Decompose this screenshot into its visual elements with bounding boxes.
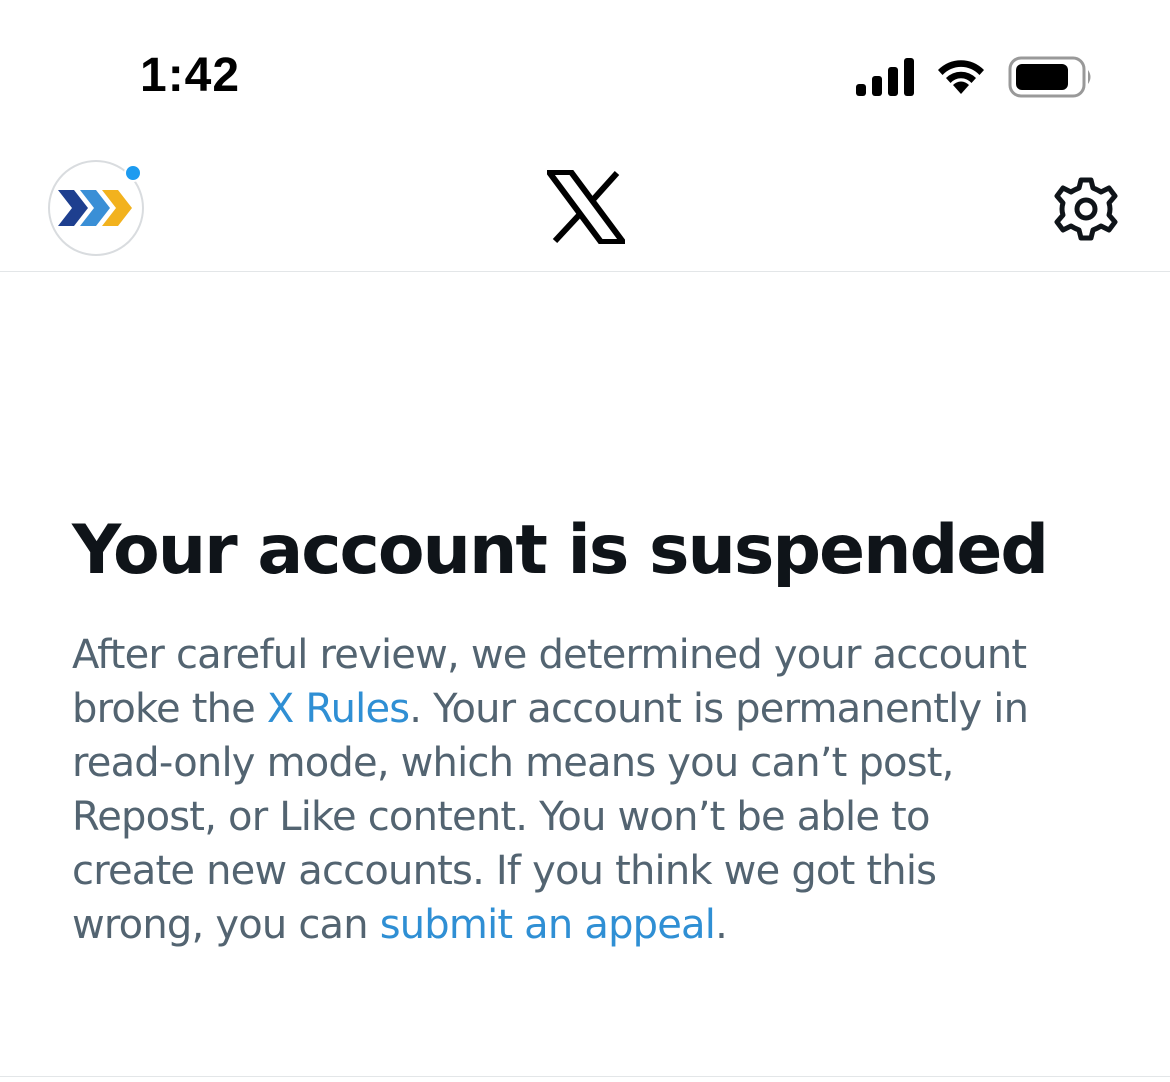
wifi-icon: [938, 60, 984, 94]
message-text: . Your account is permanently in: [409, 686, 1029, 732]
battery-icon: [1008, 56, 1091, 98]
suspension-notice: Your account is suspended After careful …: [72, 508, 1092, 952]
message-line: After careful review, we determined your…: [72, 632, 1027, 678]
message-line: Repost, or Like content. You won’t be ab…: [72, 794, 930, 840]
message-line: wrong, you can submit an appeal.: [72, 898, 1092, 952]
status-time: 1:42: [140, 49, 241, 102]
notification-dot: [124, 164, 142, 182]
x-logo-icon[interactable]: [547, 170, 625, 244]
cellular-signal-icon: [856, 58, 914, 96]
message-text: wrong, you can: [72, 902, 380, 948]
submit-appeal-link[interactable]: submit an appeal: [380, 902, 716, 948]
profile-avatar[interactable]: [48, 160, 144, 256]
message-text: .: [715, 902, 728, 948]
status-bar: 1:42: [0, 0, 1170, 130]
app-header: [0, 140, 1170, 272]
page-title: Your account is suspended: [72, 511, 1049, 590]
gear-icon[interactable]: [1053, 176, 1119, 242]
message-line: create new accounts. If you think we got…: [72, 848, 937, 894]
message-text: broke the: [72, 686, 267, 732]
message-line: broke the X Rules. Your account is perma…: [72, 682, 1092, 736]
divider: [0, 1076, 1170, 1077]
message-line: read-only mode, which means you can’t po…: [72, 740, 954, 786]
x-rules-link[interactable]: X Rules: [267, 686, 410, 732]
suspension-message: After careful review, we determined your…: [72, 628, 1092, 952]
screen: 1:42 Your account is suspended After car…: [0, 0, 1170, 1082]
